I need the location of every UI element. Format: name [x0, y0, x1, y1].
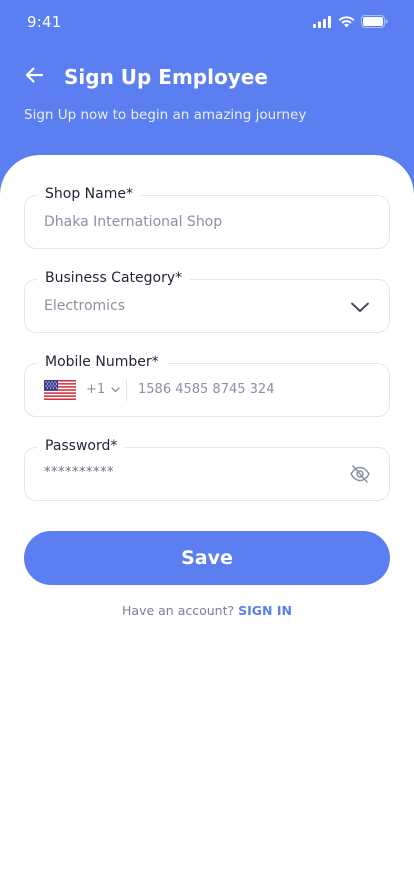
cellular-signal-icon	[313, 13, 332, 32]
chevron-down-icon[interactable]	[349, 297, 371, 317]
status-bar: 9:41	[0, 0, 414, 44]
arrow-left-icon	[24, 66, 44, 88]
back-button[interactable]	[24, 64, 50, 90]
save-button[interactable]: Save	[24, 531, 390, 585]
mobile-number-input[interactable]: 1586 4585 8745 324	[138, 382, 274, 397]
shop-name-label: Shop Name*	[37, 186, 141, 202]
signin-row: Have an account? SIGN IN	[0, 603, 414, 618]
mobile-number-label: Mobile Number*	[37, 354, 167, 370]
shop-name-input[interactable]: Dhaka International Shop	[44, 214, 222, 230]
status-time: 9:41	[27, 13, 62, 31]
password-input[interactable]: **********	[44, 465, 114, 480]
divider	[126, 380, 127, 401]
shop-name-field[interactable]: Shop Name* Dhaka International Shop	[24, 186, 390, 249]
signin-link[interactable]: SIGN IN	[238, 603, 292, 618]
business-category-label: Business Category*	[37, 270, 191, 286]
eye-off-icon[interactable]	[349, 463, 371, 485]
page-subtitle: Sign Up now to begin an amazing journey	[24, 107, 307, 123]
chevron-down-icon	[111, 382, 120, 397]
business-category-select[interactable]: Business Category* Electromics	[24, 270, 390, 333]
page-title: Sign Up Employee	[64, 65, 268, 89]
form-card: Shop Name* Dhaka International Shop Busi…	[0, 155, 414, 896]
status-icons	[313, 13, 388, 32]
business-category-value: Electromics	[44, 298, 126, 314]
title-row: Sign Up Employee	[24, 62, 268, 92]
dial-code: +1	[86, 382, 106, 397]
signin-prompt: Have an account?	[122, 603, 235, 618]
password-label: Password*	[37, 438, 126, 454]
mobile-number-field[interactable]: Mobile Number* +1 1586 4585 8745 324	[24, 354, 390, 417]
country-code-selector[interactable]: +1	[86, 382, 120, 397]
wifi-icon	[338, 13, 355, 32]
password-field[interactable]: Password* **********	[24, 438, 390, 501]
us-flag-icon	[44, 380, 76, 400]
battery-icon	[361, 13, 388, 32]
